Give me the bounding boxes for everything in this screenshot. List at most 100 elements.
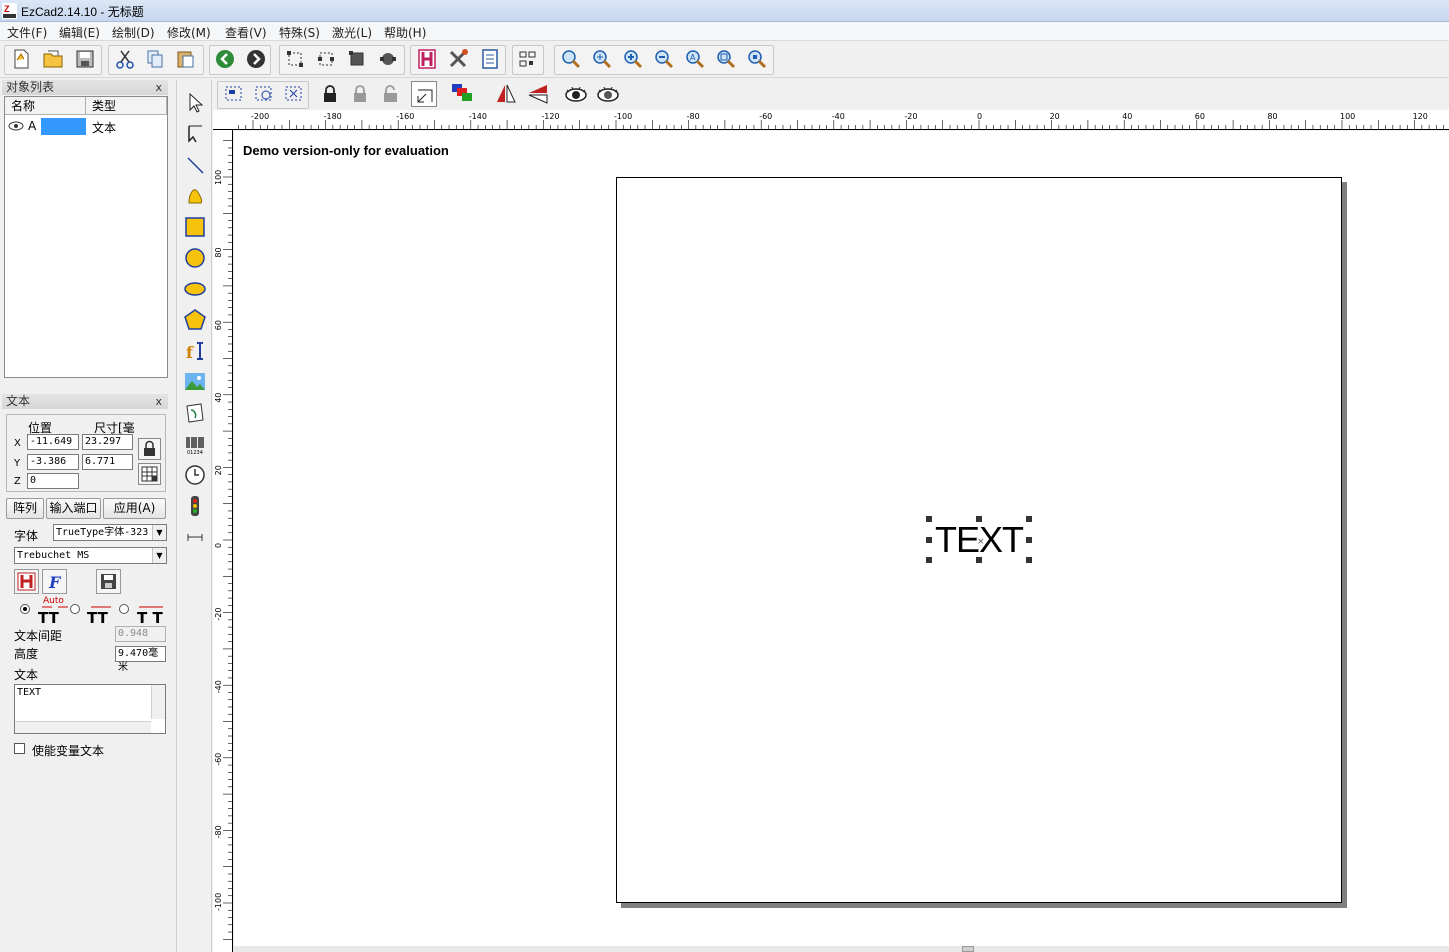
column-header-type[interactable]: 类型 xyxy=(86,97,167,115)
vector-file-icon[interactable] xyxy=(182,400,208,426)
list-item[interactable]: A 文本 xyxy=(5,117,167,135)
group-icon[interactable] xyxy=(221,81,247,107)
save-icon[interactable] xyxy=(72,46,98,72)
polygon-icon[interactable] xyxy=(182,307,208,333)
open-file-icon[interactable] xyxy=(40,46,66,72)
menu-edit[interactable]: 编辑(E) xyxy=(59,24,100,41)
copy-icon[interactable] xyxy=(142,46,168,72)
menu-view[interactable]: 查看(V) xyxy=(225,24,267,41)
bitmap-icon[interactable] xyxy=(182,369,208,395)
back-icon[interactable] xyxy=(212,46,238,72)
close-icon[interactable]: x xyxy=(155,80,162,95)
selection-handle-ml[interactable] xyxy=(926,537,932,543)
font-type-select[interactable]: TrueType字体-323 ▼ xyxy=(53,524,167,541)
zoom-all-icon[interactable]: A xyxy=(682,46,708,72)
circle-icon[interactable] xyxy=(182,245,208,271)
menu-modify[interactable]: 修改(M) xyxy=(167,24,211,41)
variable-text-checkbox[interactable] xyxy=(14,743,25,754)
line-icon[interactable] xyxy=(182,152,208,178)
z-position-field[interactable]: 0 xyxy=(27,473,79,489)
ellipse-icon[interactable] xyxy=(182,276,208,302)
selection-handle-tr[interactable] xyxy=(1026,516,1032,522)
node-mode-icon[interactable] xyxy=(313,46,339,72)
eye-icon[interactable] xyxy=(8,121,24,131)
dimension-icon[interactable] xyxy=(182,524,208,550)
mirror-h-icon[interactable] xyxy=(493,81,519,107)
lock-icon[interactable] xyxy=(317,81,343,107)
zoom-in-alt-icon[interactable] xyxy=(620,46,646,72)
object-list[interactable]: 名称 类型 A 文本 xyxy=(4,96,168,378)
spacing-fixed-radio[interactable] xyxy=(70,604,80,614)
horizontal-scrollbar[interactable] xyxy=(234,946,1449,952)
zoom-icon[interactable] xyxy=(558,46,584,72)
font-settings-button[interactable]: F xyxy=(42,569,67,594)
view-icon[interactable] xyxy=(563,81,589,107)
forward-icon[interactable] xyxy=(243,46,269,72)
rectangle-icon[interactable] xyxy=(182,214,208,240)
menu-laser[interactable]: 激光(L) xyxy=(332,24,372,41)
snap-icon[interactable] xyxy=(411,81,437,107)
align-icon[interactable] xyxy=(515,46,541,72)
font-name-select[interactable]: Trebuchet MS ▼ xyxy=(14,547,167,564)
paste-icon[interactable] xyxy=(172,46,198,72)
column-header-name[interactable]: 名称 xyxy=(5,97,86,115)
selection-handle-tm[interactable] xyxy=(976,516,982,522)
menu-help[interactable]: 帮助(H) xyxy=(384,24,426,41)
y-size-field[interactable]: 6.771 xyxy=(82,454,133,470)
menu-file[interactable]: 文件(F) xyxy=(7,24,47,41)
selection-handle-bm[interactable] xyxy=(976,557,982,563)
ruler-label: 20 xyxy=(1050,112,1060,121)
new-file-icon[interactable] xyxy=(8,46,34,72)
spacing-auto-radio[interactable] xyxy=(20,604,30,614)
height-field[interactable]: 9.470毫米 xyxy=(115,646,166,673)
vertical-scrollbar[interactable] xyxy=(151,685,165,719)
ungroup-icon[interactable] xyxy=(251,81,277,107)
save-font-button[interactable] xyxy=(96,569,121,594)
select-node-icon[interactable] xyxy=(282,46,308,72)
spacing-center-radio[interactable] xyxy=(119,604,129,614)
grid-select-icon[interactable] xyxy=(281,81,307,107)
y-position-field[interactable]: -3.386 xyxy=(27,454,79,470)
zoom-in-icon[interactable] xyxy=(589,46,615,72)
close-icon[interactable]: x xyxy=(155,394,162,409)
unlock-icon[interactable] xyxy=(347,81,373,107)
text-content-input[interactable]: TEXT xyxy=(14,684,166,734)
horizontal-scrollbar[interactable] xyxy=(15,721,151,733)
hatch-text-button[interactable] xyxy=(14,569,39,594)
zoom-out-icon[interactable] xyxy=(651,46,677,72)
menu-draw[interactable]: 绘制(D) xyxy=(112,24,155,41)
zoom-window-icon[interactable] xyxy=(713,46,739,72)
view-all-icon[interactable] xyxy=(595,81,621,107)
curve-icon[interactable] xyxy=(182,183,208,209)
hatch-icon[interactable] xyxy=(414,46,440,72)
mirror-v-icon[interactable] xyxy=(525,81,551,107)
selection-handle-tl[interactable] xyxy=(926,516,932,522)
pointer-icon[interactable] xyxy=(182,90,208,116)
text-icon[interactable]: f xyxy=(182,338,208,364)
input-port-button[interactable]: 输入端口 xyxy=(46,498,101,519)
unlock-all-icon[interactable] xyxy=(377,81,403,107)
selection-handle-mr[interactable] xyxy=(1026,537,1032,543)
selection-handle-br[interactable] xyxy=(1026,557,1032,563)
color-pick-icon[interactable] xyxy=(449,81,475,107)
node-circle-icon[interactable] xyxy=(375,46,401,72)
apply-button[interactable]: 应用(A) xyxy=(103,498,166,519)
io-input-icon[interactable] xyxy=(182,493,208,519)
selection-handle-bl[interactable] xyxy=(926,557,932,563)
x-size-field[interactable]: 23.297 xyxy=(82,434,133,450)
text-spacing-field[interactable]: 0.948 xyxy=(115,626,166,642)
scroll-thumb[interactable] xyxy=(962,946,974,952)
node-edit-icon[interactable] xyxy=(182,121,208,147)
base-point-button[interactable] xyxy=(138,463,161,485)
barcode-icon[interactable]: 01234 xyxy=(182,431,208,457)
node-select-icon[interactable] xyxy=(344,46,370,72)
x-position-field[interactable]: -11.649 xyxy=(27,434,79,450)
menu-special[interactable]: 特殊(S) xyxy=(279,24,320,41)
lock-ratio-button[interactable] xyxy=(138,438,161,460)
parameters-icon[interactable] xyxy=(477,46,503,72)
zoom-objects-icon[interactable] xyxy=(744,46,770,72)
timer-icon[interactable] xyxy=(182,462,208,488)
cut-icon[interactable] xyxy=(112,46,138,72)
tool-properties-icon[interactable] xyxy=(446,46,472,72)
array-button[interactable]: 阵列 xyxy=(6,498,44,519)
